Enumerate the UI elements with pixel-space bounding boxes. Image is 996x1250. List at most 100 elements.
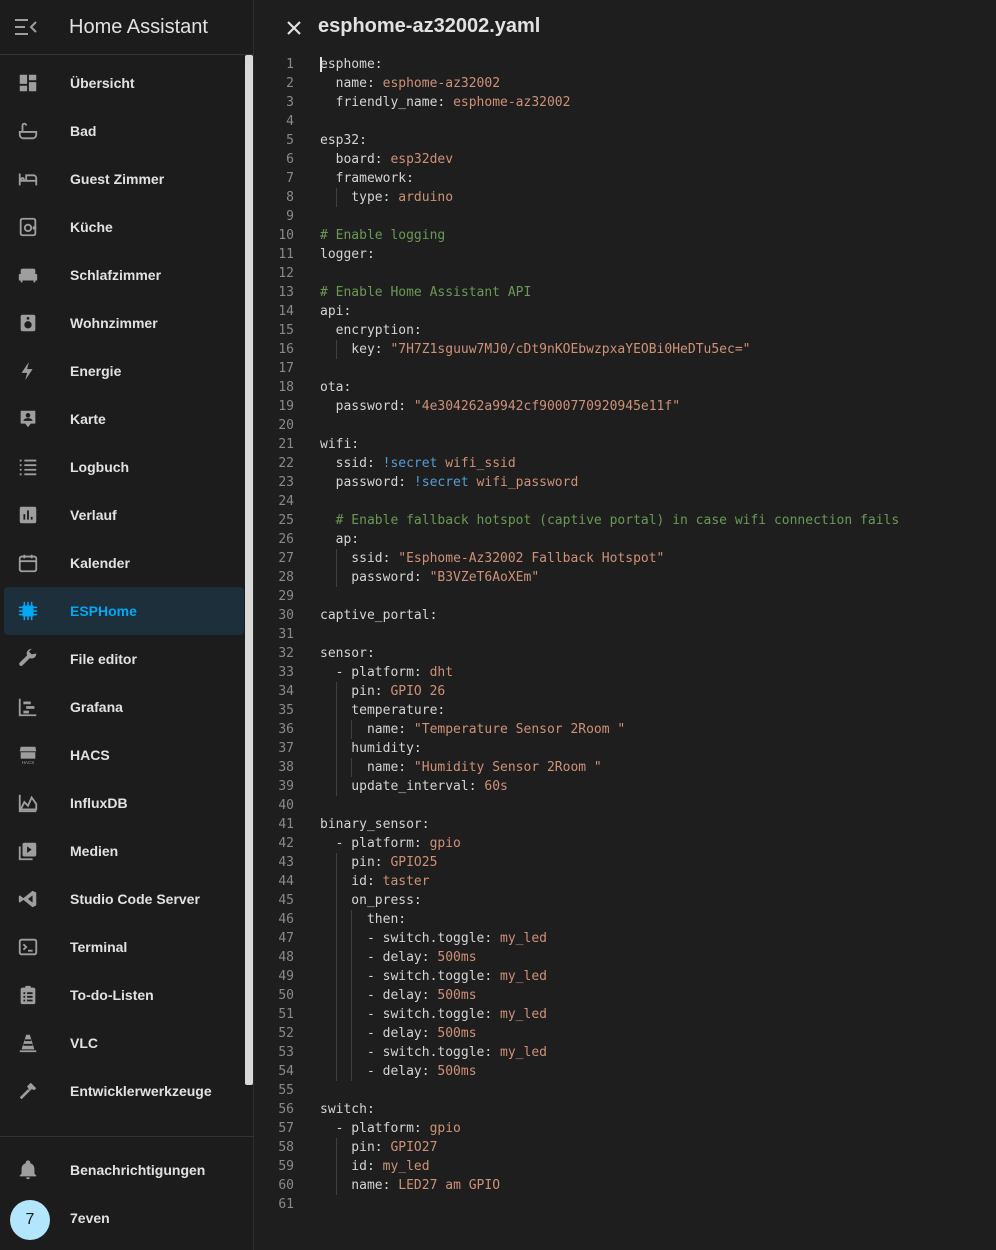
- sidebar-item-medien[interactable]: Medien: [4, 827, 244, 875]
- line-text: # Enable Home Assistant API: [320, 283, 531, 302]
- sidebar-item-vlc[interactable]: VLC: [4, 1019, 244, 1067]
- code-line: 58 pin: GPIO27: [254, 1138, 996, 1157]
- svg-text:HACS: HACS: [22, 760, 35, 765]
- line-text: wifi:: [320, 435, 359, 454]
- sidebar-item-label: Terminal: [70, 939, 128, 955]
- line-text: password: "B3VZeT6AoXEm": [320, 568, 539, 587]
- sidebar-item-label: Guest Zimmer: [70, 171, 165, 187]
- line-text: api:: [320, 302, 351, 321]
- sidebar-item-übersicht[interactable]: Übersicht: [4, 59, 244, 107]
- user-profile-item[interactable]: 7 7even: [4, 1194, 244, 1242]
- sidebar-item-terminal[interactable]: Terminal: [4, 923, 244, 971]
- code-line: 7 framework:: [254, 169, 996, 188]
- code-line: 32 sensor:: [254, 644, 996, 663]
- lightning-icon: [16, 359, 40, 383]
- code-token: my_led: [500, 931, 547, 946]
- code-token: sensor:: [320, 646, 375, 661]
- line-number: 56: [278, 1102, 294, 1117]
- code-token: type:: [320, 190, 399, 205]
- code-token: api:: [320, 304, 352, 319]
- line-text: captive_portal:: [320, 606, 437, 625]
- traffic-cone-icon: [16, 1031, 40, 1055]
- code-token: id:: [320, 1159, 383, 1174]
- bed-sofa-icon: [16, 263, 40, 287]
- code-line: 51 - switch.toggle: my_led: [254, 1005, 996, 1024]
- code-editor[interactable]: 1 esphome: 2 name: esphome-az32002 3 friend…: [254, 55, 996, 1214]
- line-number: 2: [286, 76, 294, 91]
- sidebar-item-label: ESPHome: [70, 603, 137, 619]
- code-line: 47 - switch.toggle: my_led: [254, 929, 996, 948]
- indent-guide: [351, 1043, 353, 1062]
- line-number: 31: [278, 627, 294, 642]
- line-number: 43: [278, 855, 294, 870]
- sidebar-item-studio-code-server[interactable]: Studio Code Server: [4, 875, 244, 923]
- code-line: 27 ssid: "Esphome-Az32002 Fallback Hotsp…: [254, 549, 996, 568]
- notifications-item[interactable]: Benachrichtigungen: [4, 1146, 244, 1194]
- line-number: 24: [278, 494, 294, 509]
- menu-toggle-button[interactable]: [0, 0, 52, 55]
- code-token: my_led: [500, 1007, 547, 1022]
- code-token: "4e304262a9942cf9000770920945e11f": [413, 399, 681, 414]
- code-token: "B3VZeT6AoXEm": [429, 570, 540, 585]
- sidebar-item-karte[interactable]: Karte: [4, 395, 244, 443]
- line-text: - delay: 500ms: [320, 1062, 477, 1081]
- chart-box-icon: [16, 503, 40, 527]
- sidebar-item-verlauf[interactable]: Verlauf: [4, 491, 244, 539]
- line-text: ota:: [320, 378, 351, 397]
- sidebar-item-esphome[interactable]: ESPHome: [4, 587, 244, 635]
- sidebar-item-file-editor[interactable]: File editor: [4, 635, 244, 683]
- code-token: pin:: [320, 855, 391, 870]
- line-number: 6: [286, 152, 294, 167]
- code-token: - switch.toggle:: [320, 931, 501, 946]
- sidebar-item-hacs[interactable]: HACS HACS: [4, 731, 244, 779]
- sidebar-item-küche[interactable]: Küche: [4, 203, 244, 251]
- play-box-multiple-icon: [16, 839, 40, 863]
- sidebar-item-entwicklerwerkzeuge[interactable]: Entwicklerwerkzeuge: [4, 1067, 244, 1115]
- close-button[interactable]: [280, 14, 308, 42]
- line-text: password: "4e304262a9942cf9000770920945e…: [320, 397, 680, 416]
- line-text: binary_sensor:: [320, 815, 430, 834]
- line-number: 5: [286, 133, 294, 148]
- code-line: 50 - delay: 500ms: [254, 986, 996, 1005]
- sidebar-item-influxdb[interactable]: InfluxDB: [4, 779, 244, 827]
- sidebar-item-schlafzimmer[interactable]: Schlafzimmer: [4, 251, 244, 299]
- code-token: arduino: [398, 190, 454, 205]
- line-number: 50: [278, 988, 294, 1003]
- sidebar-item-bad[interactable]: Bad: [4, 107, 244, 155]
- indent-guide: [335, 549, 337, 568]
- sidebar-item-grafana[interactable]: Grafana: [4, 683, 244, 731]
- code-line: 40: [254, 796, 996, 815]
- sidebar-item-energie[interactable]: Energie: [4, 347, 244, 395]
- line-text: switch:: [320, 1100, 375, 1119]
- bathtub-icon: [16, 119, 40, 143]
- code-token: esphome:: [320, 57, 383, 72]
- line-number: 46: [278, 912, 294, 927]
- sidebar-item-logbuch[interactable]: Logbuch: [4, 443, 244, 491]
- line-number: 15: [278, 323, 294, 338]
- indent-guide: [351, 1062, 353, 1081]
- sidebar-scrollbar[interactable]: [245, 55, 253, 1085]
- sidebar-item-guest-zimmer[interactable]: Guest Zimmer: [4, 155, 244, 203]
- sidebar-item-kalender[interactable]: Kalender: [4, 539, 244, 587]
- sidebar-item-label: Karte: [70, 411, 106, 427]
- code-token: dht: [429, 665, 454, 680]
- line-text: name: "Humidity Sensor 2Room ": [320, 758, 602, 777]
- code-token: # Enable fallback hotspot (captive porta…: [320, 513, 900, 528]
- code-token: GPIO27: [390, 1140, 438, 1155]
- code-line: 14 api:: [254, 302, 996, 321]
- sidebar-item-label: InfluxDB: [70, 795, 128, 811]
- line-number: 52: [278, 1026, 294, 1041]
- sidebar-item-to-do-listen[interactable]: To-do-Listen: [4, 971, 244, 1019]
- file-title: esphome-az32002.yaml: [318, 15, 541, 37]
- line-number: 44: [278, 874, 294, 889]
- sidebar-item-label: Bad: [70, 123, 97, 139]
- line-number: 60: [278, 1178, 294, 1193]
- code-token: - switch.toggle:: [320, 1045, 501, 1060]
- line-number: 35: [278, 703, 294, 718]
- line-number: 47: [278, 931, 294, 946]
- line-number: 61: [278, 1197, 294, 1212]
- bed-icon: [16, 167, 40, 191]
- indent-guide: [335, 853, 337, 872]
- sidebar-item-wohnzimmer[interactable]: Wohnzimmer: [4, 299, 244, 347]
- code-token: encryption:: [320, 323, 422, 338]
